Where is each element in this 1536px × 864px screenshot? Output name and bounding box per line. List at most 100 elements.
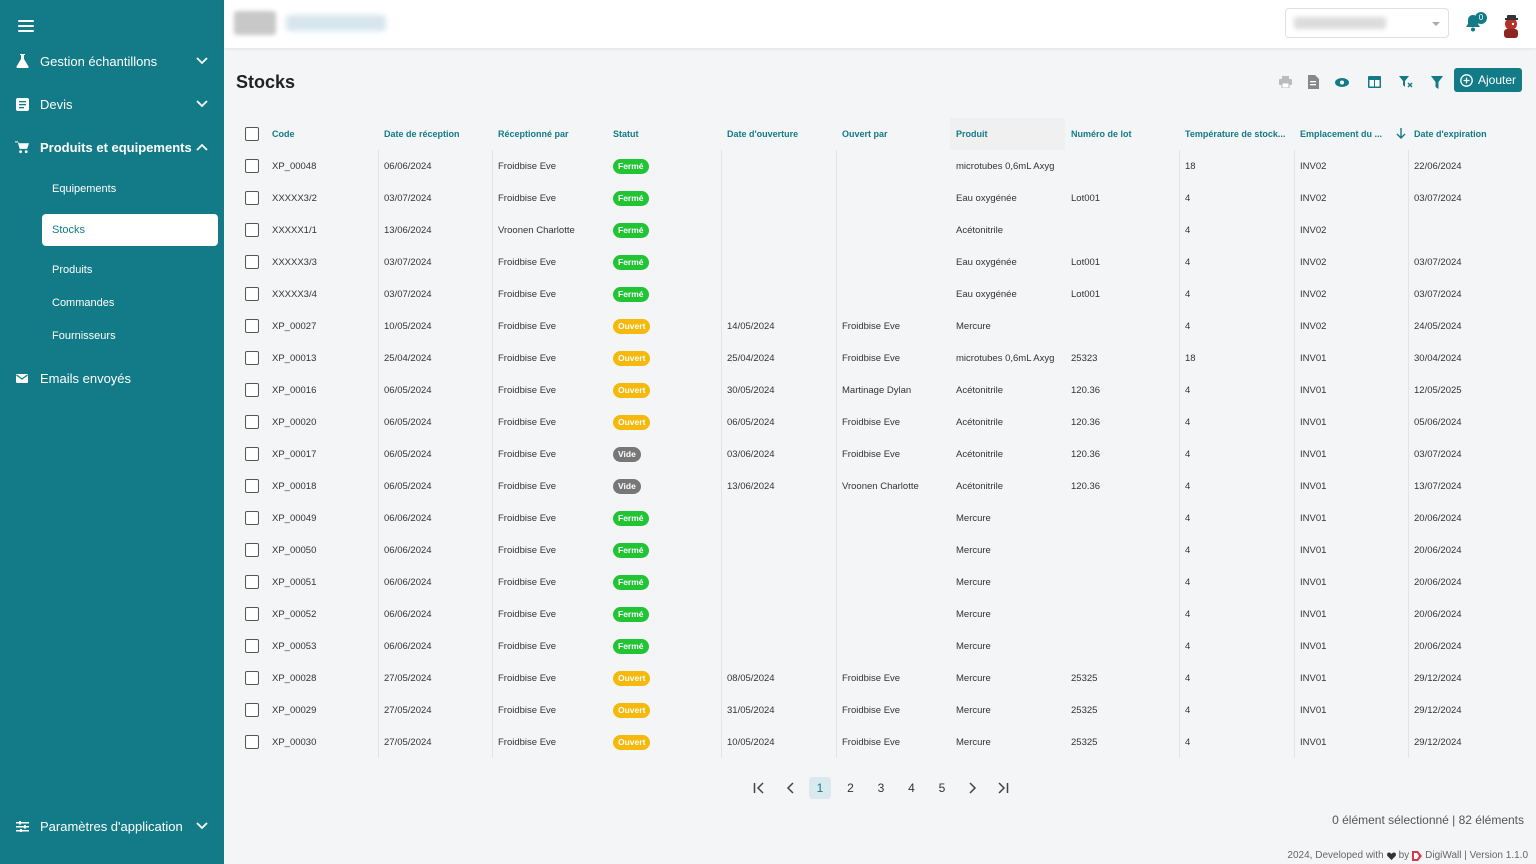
column-header-emplacement[interactable]: Emplacement du ...: [1294, 118, 1390, 150]
row-checkbox[interactable]: [245, 607, 259, 621]
row-checkbox[interactable]: [245, 511, 259, 525]
column-header-temperature[interactable]: Température de stock...: [1179, 118, 1294, 150]
page-button-4[interactable]: 4: [901, 777, 923, 799]
row-select-cell: [236, 438, 266, 470]
row-checkbox[interactable]: [245, 351, 259, 365]
nav-group-label: Devis: [40, 96, 73, 112]
table-row[interactable]: XP_00020 06/05/2024 Froidbise Eve Ouvert 06/…: [236, 406, 1522, 438]
cell-ouvert-par: Martinage Dylan: [842, 384, 912, 396]
cell-code: XP_00018: [272, 480, 317, 492]
column-header-date-ouverture[interactable]: Date d'ouverture: [721, 118, 836, 150]
cell-ouvert-par: [836, 534, 950, 566]
cell-date-reception: 27/05/2024: [384, 672, 432, 684]
sidebar-item-stocks[interactable]: Stocks: [42, 214, 218, 246]
filter-icon[interactable]: [1427, 72, 1447, 92]
cell-receptionne-par: Froidbise Eve: [498, 384, 557, 396]
sidebar-item-produits[interactable]: Produits: [42, 254, 218, 286]
sort-desc-icon[interactable]: [1396, 128, 1406, 140]
column-header-ouvert-par[interactable]: Ouvert par: [836, 118, 950, 150]
cell-temperature: 4: [1185, 640, 1191, 652]
company-select[interactable]: [1285, 8, 1449, 38]
add-button[interactable]: Ajouter: [1454, 68, 1522, 92]
sidebar-item-equipements[interactable]: Equipements: [42, 173, 218, 205]
table-row[interactable]: XP_00050 06/06/2024 Froidbise Eve Fermé Merc…: [236, 534, 1522, 566]
eye-icon[interactable]: [1332, 72, 1352, 92]
column-header-code[interactable]: Code: [266, 118, 378, 150]
table-row[interactable]: XP_00051 06/06/2024 Froidbise Eve Fermé Merc…: [236, 566, 1522, 598]
column-header-receptionne-par[interactable]: Réceptionné par: [492, 118, 607, 150]
cell-date-ouverture: 08/05/2024: [727, 672, 775, 684]
nav-group-label: Gestion échantillons: [40, 53, 158, 69]
page-button-5[interactable]: 5: [931, 777, 953, 799]
column-header-produit[interactable]: Produit: [950, 118, 1065, 150]
table-row[interactable]: XP_00017 06/05/2024 Froidbise Eve Vide 03/06…: [236, 438, 1522, 470]
row-checkbox[interactable]: [245, 415, 259, 429]
cell-numero-lot: [1065, 310, 1179, 342]
cell-receptionne-par: Froidbise Eve: [498, 480, 557, 492]
row-checkbox[interactable]: [245, 543, 259, 557]
chevron-down-icon: [194, 96, 210, 112]
cell-date-expiration: 03/07/2024: [1414, 288, 1462, 300]
table-row[interactable]: XXXXX1/1 13/06/2024 Vroonen Charlotte Fermé…: [236, 214, 1522, 246]
row-checkbox[interactable]: [245, 191, 259, 205]
nav-group-parametres[interactable]: Paramètres d'application: [0, 811, 224, 841]
table-row[interactable]: XP_00016 06/05/2024 Froidbise Eve Ouvert 30/…: [236, 374, 1522, 406]
column-header-date-reception[interactable]: Date de réception: [378, 118, 492, 150]
last-page-button[interactable]: [992, 777, 1014, 799]
cell-receptionne-par: Froidbise Eve: [498, 192, 557, 204]
row-checkbox[interactable]: [245, 223, 259, 237]
print-icon[interactable]: [1275, 72, 1295, 92]
row-checkbox[interactable]: [245, 287, 259, 301]
sidebar-item-fournisseurs[interactable]: Fournisseurs: [42, 320, 218, 352]
table-row[interactable]: XP_00018 06/05/2024 Froidbise Eve Vide 13/06…: [236, 470, 1522, 502]
column-header-numero-lot[interactable]: Numéro de lot: [1065, 118, 1179, 150]
nav-group-produits-equipements[interactable]: Produits et equipements: [0, 132, 224, 162]
table-row[interactable]: XP_00029 27/05/2024 Froidbise Eve Ouvert 31/…: [236, 694, 1522, 726]
select-all-checkbox[interactable]: [245, 127, 259, 141]
cell-date-reception: 10/05/2024: [384, 320, 432, 332]
clear-filter-icon[interactable]: [1396, 72, 1416, 92]
nav-group-devis[interactable]: Devis: [0, 89, 224, 119]
row-checkbox[interactable]: [245, 639, 259, 653]
nav-group-label: Produits et equipements: [40, 139, 192, 155]
table-row[interactable]: XP_00028 27/05/2024 Froidbise Eve Ouvert 08/…: [236, 662, 1522, 694]
export-icon[interactable]: [1303, 72, 1323, 92]
nav-group-gestion-echantillons[interactable]: Gestion échantillons: [0, 46, 224, 76]
row-checkbox[interactable]: [245, 575, 259, 589]
menu-toggle-icon[interactable]: [18, 20, 34, 34]
row-checkbox[interactable]: [245, 479, 259, 493]
nav-group-label: Paramètres d'application: [40, 818, 183, 834]
avatar[interactable]: [1498, 12, 1524, 38]
table-row[interactable]: XP_00052 06/06/2024 Froidbise Eve Fermé Merc…: [236, 598, 1522, 630]
row-checkbox[interactable]: [245, 159, 259, 173]
row-checkbox[interactable]: [245, 447, 259, 461]
page-button-2[interactable]: 2: [840, 777, 862, 799]
sidebar-item-commandes[interactable]: Commandes: [42, 287, 218, 319]
column-header-statut[interactable]: Statut: [607, 118, 721, 150]
column-header-date-expiration[interactable]: Date d'expiration: [1408, 118, 1522, 150]
table-row[interactable]: XP_00030 27/05/2024 Froidbise Eve Ouvert 10/…: [236, 726, 1522, 758]
row-checkbox[interactable]: [245, 383, 259, 397]
row-checkbox[interactable]: [245, 255, 259, 269]
table-row[interactable]: XXXXX3/4 03/07/2024 Froidbise Eve Fermé Eau …: [236, 278, 1522, 310]
row-checkbox[interactable]: [245, 735, 259, 749]
table-row[interactable]: XP_00049 06/06/2024 Froidbise Eve Fermé Merc…: [236, 502, 1522, 534]
next-page-button[interactable]: [962, 777, 984, 799]
prev-page-button[interactable]: [779, 777, 801, 799]
table-row[interactable]: XXXXX3/3 03/07/2024 Froidbise Eve Fermé Eau …: [236, 246, 1522, 278]
row-checkbox[interactable]: [245, 319, 259, 333]
row-checkbox[interactable]: [245, 703, 259, 717]
table-row[interactable]: XXXXX3/2 03/07/2024 Froidbise Eve Fermé Eau …: [236, 182, 1522, 214]
first-page-button[interactable]: [748, 777, 770, 799]
table-row[interactable]: XP_00013 25/04/2024 Froidbise Eve Ouvert 25/…: [236, 342, 1522, 374]
columns-icon[interactable]: [1364, 72, 1384, 92]
nav-group-emails-envoyes[interactable]: Emails envoyés: [0, 363, 224, 393]
cell-date-expiration: 03/07/2024: [1414, 256, 1462, 268]
cell-date-ouverture: [721, 214, 836, 246]
table-row[interactable]: XP_00027 10/05/2024 Froidbise Eve Ouvert 14/…: [236, 310, 1522, 342]
table-row[interactable]: XP_00053 06/06/2024 Froidbise Eve Fermé Merc…: [236, 630, 1522, 662]
table-row[interactable]: XP_00048 06/06/2024 Froidbise Eve Fermé micr…: [236, 150, 1522, 182]
page-button-1[interactable]: 1: [809, 777, 831, 799]
page-button-3[interactable]: 3: [870, 777, 892, 799]
row-checkbox[interactable]: [245, 671, 259, 685]
